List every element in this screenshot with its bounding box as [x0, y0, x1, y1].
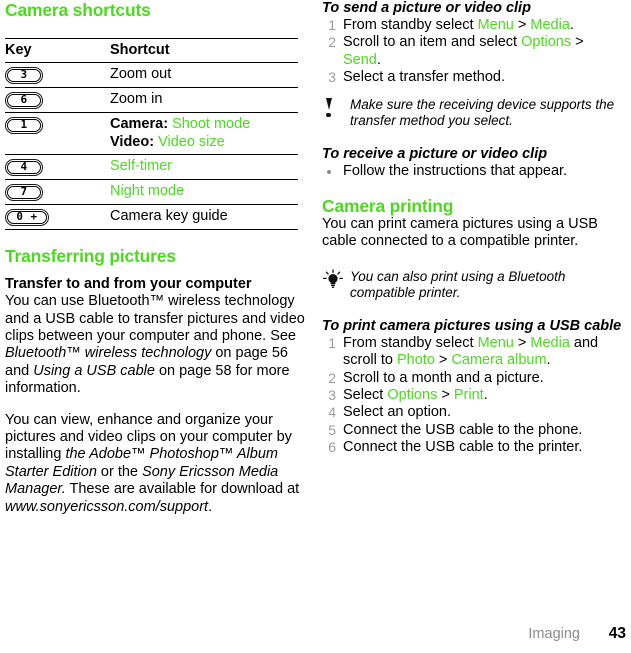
receive-procedure-bullets: Follow the instructions that appear.: [322, 163, 622, 180]
column-header-shortcut: Shortcut: [110, 37, 298, 64]
warning-note: Make sure the receiving device supports …: [322, 97, 622, 130]
transfer-paragraph-2: You can view, enhance and organize your …: [5, 412, 305, 516]
keypad-key-1: 1: [5, 117, 43, 135]
menu-path-item: Media: [530, 17, 570, 33]
step-number: 2: [328, 369, 336, 386]
camera-printing-title: Camera printing: [322, 196, 454, 217]
page-number: 43: [608, 625, 626, 642]
transfer-paragraph-1: You can use Bluetooth™ wireless technolo…: [5, 293, 305, 397]
chapter-name: Imaging: [528, 626, 580, 642]
key-cell: 7: [5, 179, 110, 206]
menu-path-item: Media: [530, 334, 570, 351]
table-row: 7 Night mode: [5, 179, 298, 206]
transfer-p1-a: You can use Bluetooth™ wireless technolo…: [5, 293, 305, 345]
menu-path-item: Send: [343, 51, 377, 68]
transfer-p2-c: These are available for download at: [65, 481, 300, 498]
step-number: 5: [328, 421, 336, 438]
warning-note-text: Make sure the receiving device supports …: [350, 96, 615, 129]
table-row: 0 + Camera key guide: [5, 204, 298, 231]
list-item: 4 Select an option.: [322, 404, 622, 421]
list-item: Follow the instructions that appear.: [322, 163, 622, 180]
print-procedure-steps: 1 From standby select Menu > Media and sc…: [322, 335, 622, 457]
table-row: 6 Zoom in: [5, 87, 298, 114]
step-number: 3: [328, 387, 336, 404]
send-procedure-steps: 1 From standby select Menu > Media. 2 Scro…: [322, 17, 622, 87]
send-procedure-heading: To send a picture or video clip: [322, 0, 531, 16]
shortcut-cell: Camera key guide: [110, 204, 298, 231]
key-cell: 1: [5, 112, 110, 156]
keypad-key-7: 7: [5, 184, 43, 202]
camera-value: Shoot mode: [172, 116, 251, 133]
transfer-subheading: Transfer to and from your computer: [5, 276, 252, 293]
key-cell: 6: [5, 87, 110, 114]
table-row: 4 Self-timer: [5, 154, 298, 181]
shortcut-cell: Camera: Shoot mode Video: Video size: [110, 112, 298, 156]
table-row: 3 Zoom out: [5, 62, 298, 89]
video-value: Video size: [158, 133, 225, 150]
support-url: www.sonyericsson.com/support: [5, 498, 209, 515]
table-header-row: Key Shortcut: [5, 37, 298, 64]
key-cell: 0 +: [5, 204, 110, 231]
bullet-icon: [327, 169, 331, 174]
right-column: To send a picture or video clip 1 From st…: [322, 0, 622, 457]
column-header-key: Key: [5, 37, 110, 64]
list-item: 1 From standby select Menu > Media and sc…: [322, 335, 622, 370]
lightbulb-icon: [322, 269, 344, 289]
step-number: 1: [328, 17, 336, 33]
menu-path-item: Menu: [477, 334, 514, 351]
keypad-key-0-plus: 0 +: [5, 209, 49, 227]
page-footer: Imaging 43: [528, 625, 626, 643]
exclamation-icon: [324, 97, 334, 118]
page-title: Camera shortcuts: [5, 0, 151, 20]
list-item: 1 From standby select Menu > Media.: [322, 17, 622, 34]
transferring-pictures-title: Transferring pictures: [5, 246, 176, 267]
manual-page: Camera shortcuts Key Shortcut 3 Zoom out: [0, 0, 631, 653]
menu-path-item: Options: [521, 34, 572, 51]
tip-note-text: You can also print using a Bluetooth com…: [350, 268, 566, 301]
camera-printing-paragraph: You can print camera pictures using a US…: [322, 216, 598, 250]
list-item: 5 Connect the USB cable to the phone.: [322, 422, 622, 439]
transfer-p2-d: .: [208, 498, 213, 515]
receive-procedure-heading: To receive a picture or video clip: [322, 145, 548, 162]
step-number: 6: [328, 439, 336, 456]
shortcut-cell: Night mode: [110, 179, 298, 206]
step-number: 1: [328, 334, 336, 351]
step-number: 2: [328, 34, 336, 51]
step-number: 4: [328, 404, 336, 421]
keypad-key-4: 4: [5, 159, 43, 177]
menu-path-item: Options: [387, 387, 438, 404]
print-procedure-heading: To print camera pictures using a USB cab…: [322, 317, 622, 334]
keypad-key-3: 3: [5, 67, 43, 85]
ref-bluetooth-wireless-technology: Bluetooth™ wireless technology: [5, 345, 212, 362]
keypad-key-6: 6: [5, 92, 43, 110]
transfer-p2-b: or the: [96, 463, 143, 480]
left-column: Camera shortcuts Key Shortcut 3 Zoom out: [5, 0, 305, 516]
list-item: 3 Select a transfer method.: [322, 69, 622, 86]
list-item: 6 Connect the USB cable to the printer.: [322, 439, 622, 456]
ref-using-a-usb-cable: Using a USB cable: [33, 362, 155, 379]
shortcut-cell: Zoom out: [110, 62, 298, 89]
key-cell: 3: [5, 62, 110, 89]
menu-path-item: Camera album: [451, 352, 547, 369]
shortcut-cell: Self-timer: [110, 154, 298, 181]
list-item: 2 Scroll to an item and select Options > …: [322, 34, 622, 69]
menu-path-item: Photo: [397, 352, 435, 369]
tip-note: You can also print using a Bluetooth com…: [322, 269, 622, 302]
list-item: 3 Select Options > Print.: [322, 387, 622, 404]
video-label: Video:: [110, 133, 155, 150]
camera-shortcuts-table: Key Shortcut 3 Zoom out 6 Zoom in 1 Came…: [5, 37, 298, 231]
table-row: 1 Camera: Shoot mode Video: Video size: [5, 112, 298, 156]
menu-path-item: Print: [453, 387, 484, 404]
camera-label: Camera:: [110, 116, 169, 133]
step-number: 3: [328, 69, 336, 86]
list-item: 2 Scroll to a month and a picture.: [322, 370, 622, 387]
key-cell: 4: [5, 154, 110, 181]
shortcut-cell: Zoom in: [110, 87, 298, 114]
menu-path-item: Menu: [477, 17, 514, 33]
